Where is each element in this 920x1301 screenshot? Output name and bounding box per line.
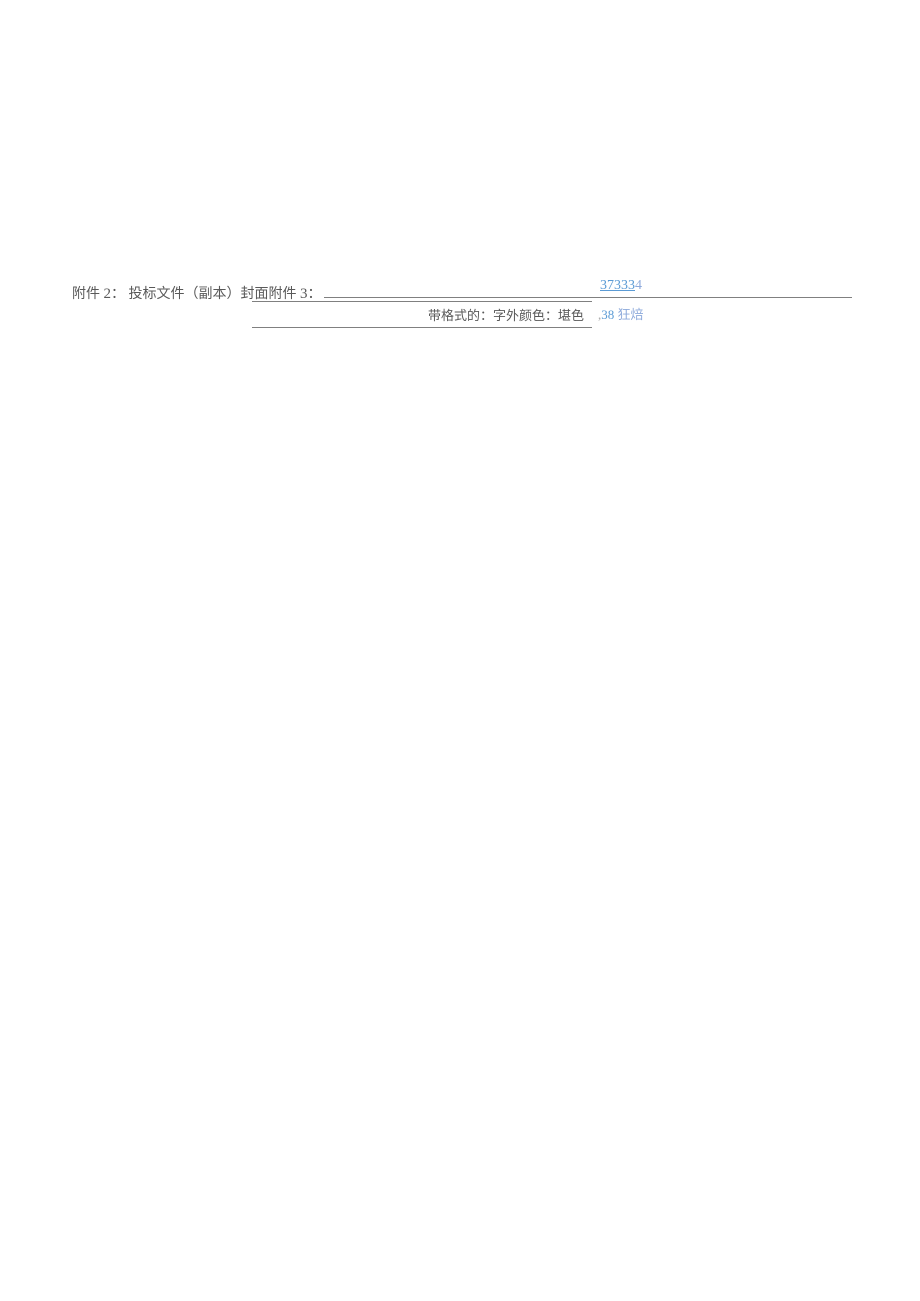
underline-field [324,280,853,298]
attachment-2-label: 附件 2： 投标文件（副本）封面附件 3： [72,283,322,303]
document-content: 附件 2： 投标文件（副本）封面附件 3： [72,280,852,303]
margin-annotation: ,38 狂焙 [598,304,644,323]
format-note-text: 带格式的：字外颜色：堪色 [428,308,584,323]
format-note-box: 带格式的：字外颜色：堪色 [252,301,592,328]
attachment-line: 附件 2： 投标文件（副本）封面附件 3： [72,280,852,303]
page-reference-number: 373334 [600,278,642,294]
